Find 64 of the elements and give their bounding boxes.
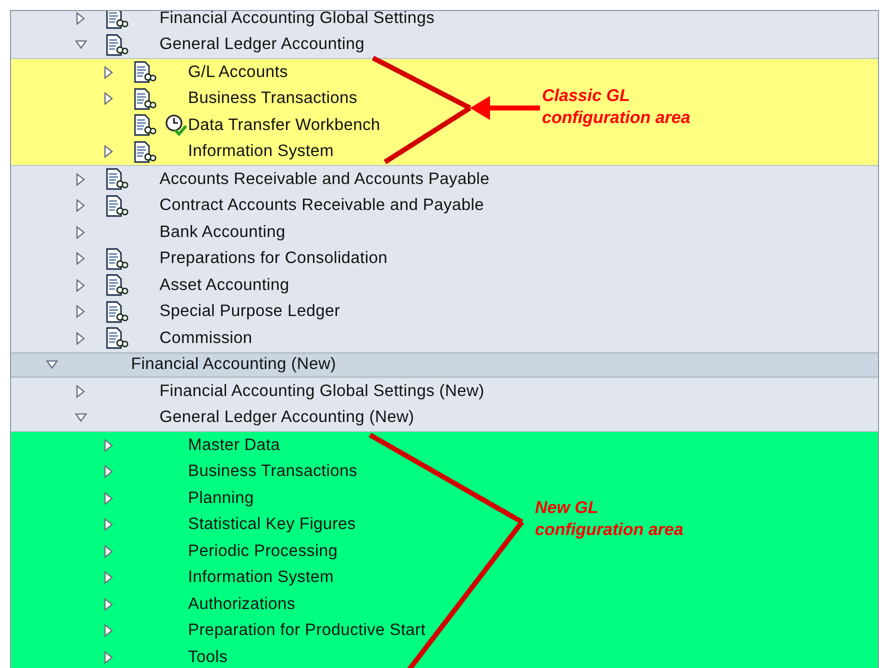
expand-triangle-icon[interactable] bbox=[103, 544, 115, 558]
node-label[interactable]: Financial Accounting (New) bbox=[131, 355, 336, 374]
node-label[interactable]: Planning bbox=[188, 488, 254, 508]
document-glasses-icon bbox=[133, 88, 157, 110]
expand-triangle-icon[interactable] bbox=[103, 624, 115, 638]
clock-check-icon bbox=[165, 114, 187, 136]
node-label[interactable]: General Ledger Accounting (New) bbox=[160, 408, 414, 428]
expand-triangle-icon[interactable] bbox=[74, 252, 86, 266]
collapse-triangle-icon[interactable] bbox=[46, 358, 58, 372]
document-glasses-icon bbox=[104, 168, 128, 190]
expand-triangle-icon[interactable] bbox=[103, 465, 115, 478]
document-glasses-icon bbox=[104, 327, 128, 350]
node-label[interactable]: Special Purpose Ledger bbox=[160, 302, 340, 322]
expand-triangle-icon[interactable] bbox=[103, 145, 115, 158]
node-label[interactable]: Information System bbox=[188, 142, 334, 162]
document-glasses-icon bbox=[104, 300, 128, 323]
node-label[interactable]: Business Transactions bbox=[188, 462, 358, 482]
expand-triangle-icon[interactable] bbox=[74, 226, 86, 239]
node-label[interactable]: Authorizations bbox=[188, 594, 296, 614]
node-label[interactable]: Master Data bbox=[188, 436, 280, 455]
document-glasses-icon bbox=[133, 61, 157, 84]
expand-triangle-icon[interactable] bbox=[74, 12, 86, 25]
expand-triangle-icon[interactable] bbox=[74, 332, 86, 345]
node-label[interactable]: Data Transfer Workbench bbox=[188, 116, 380, 135]
document-glasses-icon bbox=[104, 34, 128, 56]
document-glasses-icon bbox=[104, 194, 128, 217]
document-glasses-icon bbox=[133, 140, 157, 163]
expand-triangle-icon[interactable] bbox=[74, 199, 86, 212]
document-glasses-icon bbox=[104, 11, 128, 30]
expand-triangle-icon[interactable] bbox=[103, 650, 115, 664]
node-label[interactable]: Periodic Processing bbox=[188, 542, 338, 561]
expand-triangle-icon[interactable] bbox=[103, 92, 115, 106]
collapse-triangle-icon[interactable] bbox=[74, 411, 86, 424]
node-label[interactable]: Preparation for Productive Start bbox=[188, 621, 426, 640]
node-label[interactable]: Financial Accounting Global Settings (New) bbox=[160, 382, 484, 401]
callout-text: New GL configuration area bbox=[535, 497, 684, 541]
node-label[interactable]: Commission bbox=[160, 328, 252, 348]
expand-triangle-icon[interactable] bbox=[74, 384, 86, 398]
collapse-triangle-icon[interactable] bbox=[74, 38, 86, 52]
document-glasses-icon bbox=[133, 114, 157, 136]
expand-triangle-icon[interactable] bbox=[103, 438, 115, 452]
node-label[interactable]: Contract Accounts Receivable and Payable bbox=[160, 196, 484, 216]
expand-triangle-icon[interactable] bbox=[74, 172, 86, 186]
callout-text: Classic GL configuration area bbox=[542, 85, 690, 129]
expand-triangle-icon[interactable] bbox=[103, 571, 115, 584]
expand-triangle-icon[interactable] bbox=[103, 66, 115, 79]
expand-triangle-icon[interactable] bbox=[74, 278, 86, 292]
node-label[interactable]: Information System bbox=[188, 568, 334, 588]
expand-triangle-icon[interactable] bbox=[103, 492, 115, 505]
document-glasses-icon bbox=[104, 274, 128, 296]
node-label[interactable]: Tools bbox=[188, 648, 228, 667]
node-label[interactable]: General Ledger Accounting bbox=[160, 35, 364, 54]
node-label[interactable]: Accounts Receivable and Accounts Payable bbox=[160, 170, 490, 189]
node-label[interactable]: Business Transactions bbox=[188, 89, 358, 108]
node-label[interactable]: Bank Accounting bbox=[160, 222, 286, 242]
node-label[interactable]: Preparations for Consolidation bbox=[160, 249, 388, 268]
expand-triangle-icon[interactable] bbox=[103, 598, 115, 611]
node-label[interactable]: Financial Accounting Global Settings bbox=[160, 11, 435, 28]
document-glasses-icon bbox=[104, 248, 128, 270]
node-label[interactable]: Statistical Key Figures bbox=[188, 515, 356, 534]
node-label[interactable]: G/L Accounts bbox=[188, 62, 288, 82]
expand-triangle-icon[interactable] bbox=[103, 518, 115, 532]
node-label[interactable]: Asset Accounting bbox=[160, 276, 290, 295]
expand-triangle-icon[interactable] bbox=[74, 305, 86, 318]
